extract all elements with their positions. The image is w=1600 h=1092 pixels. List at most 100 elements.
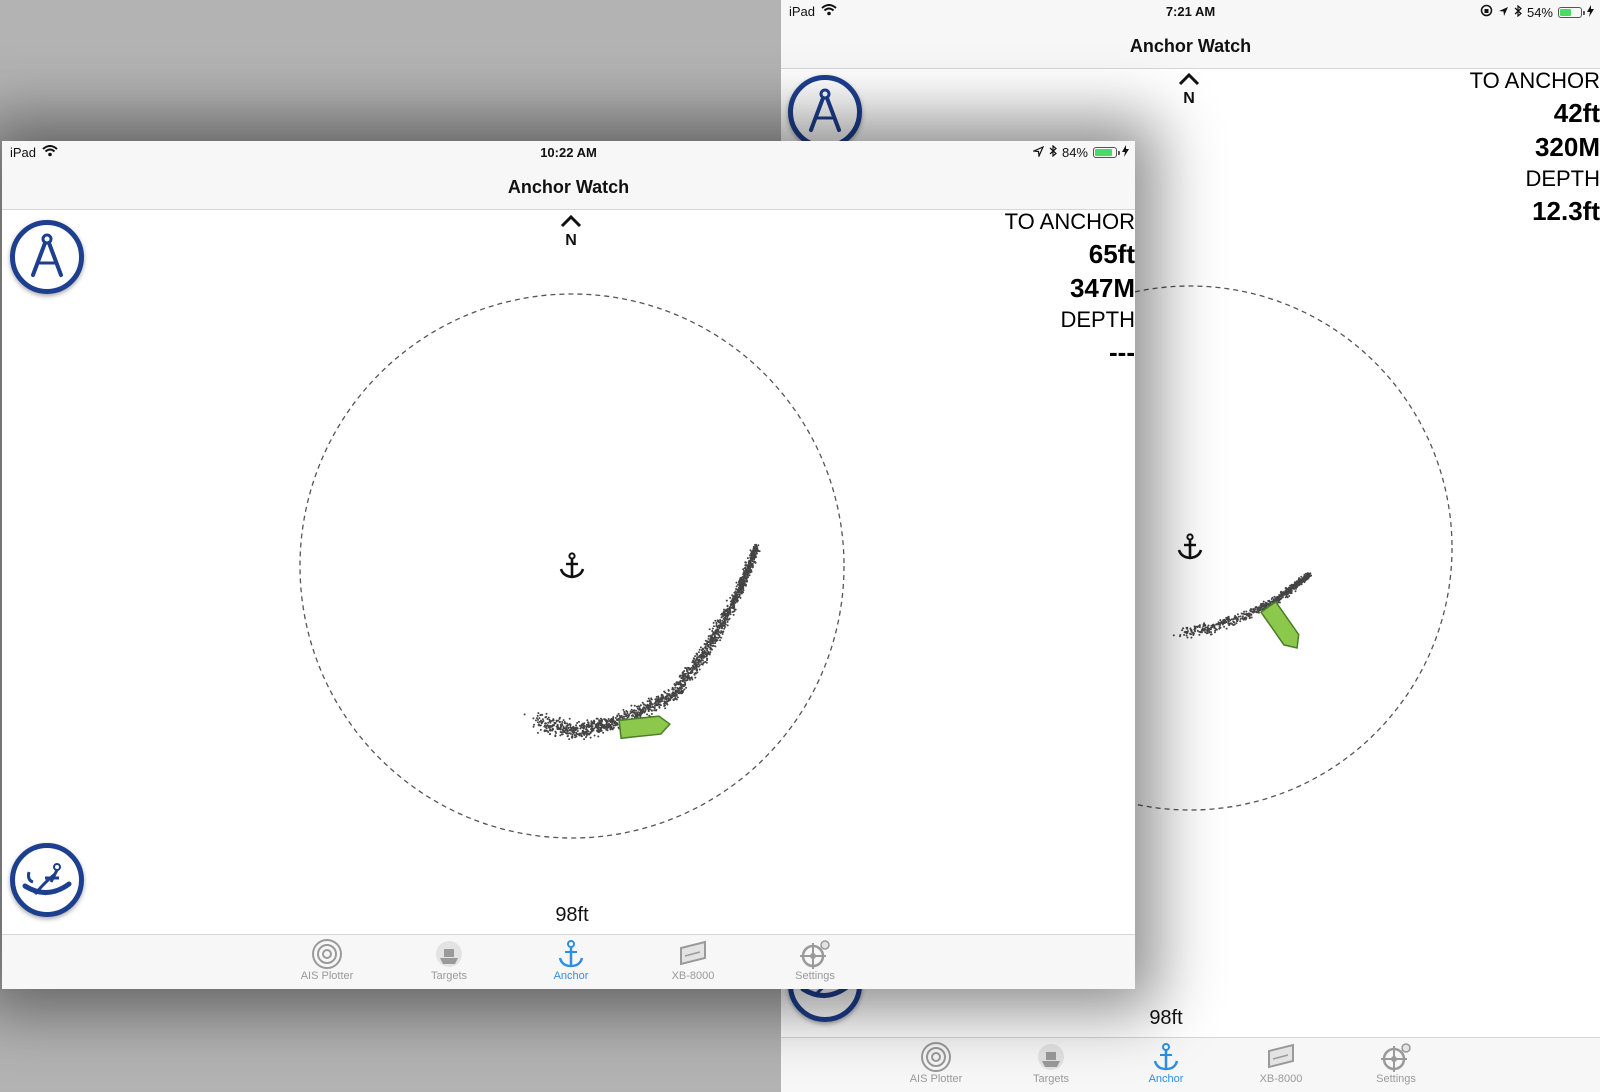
track-point xyxy=(1239,618,1242,620)
track-point xyxy=(1290,583,1293,586)
track-point xyxy=(712,632,715,635)
track-point xyxy=(750,570,753,573)
tab-ais-plotter[interactable]: AIS Plotter xyxy=(881,1041,991,1085)
track-point xyxy=(706,647,709,650)
tab-xb-8000[interactable]: XB-8000 xyxy=(1226,1041,1336,1085)
track-point xyxy=(1298,582,1301,585)
track-point xyxy=(592,729,595,732)
compass-button[interactable] xyxy=(10,220,84,294)
anchor-position-icon xyxy=(559,552,585,579)
track-point xyxy=(597,722,599,725)
track-point xyxy=(1239,620,1242,623)
track-point xyxy=(1227,620,1230,623)
track-point xyxy=(593,719,595,722)
track-point xyxy=(726,624,729,627)
track-point xyxy=(1210,633,1213,636)
compass-button[interactable] xyxy=(788,75,862,149)
track-point xyxy=(606,729,609,732)
track-point xyxy=(1251,611,1254,613)
track-point xyxy=(736,599,738,602)
track-point xyxy=(574,736,576,739)
track-point xyxy=(633,704,636,707)
track-point xyxy=(682,672,684,675)
track-point xyxy=(743,576,746,579)
track-point xyxy=(635,705,638,708)
track-point xyxy=(625,710,628,712)
track-point xyxy=(1228,624,1231,627)
track-point xyxy=(704,646,706,649)
track-point xyxy=(575,726,578,729)
tab-targets[interactable]: Targets xyxy=(996,1041,1106,1085)
drop-anchor-button[interactable] xyxy=(10,843,84,917)
track-point xyxy=(543,730,546,733)
track-point xyxy=(1185,631,1188,634)
track-point xyxy=(696,661,699,664)
track-point xyxy=(1292,587,1295,590)
track-point xyxy=(651,703,654,706)
track-point xyxy=(693,667,696,670)
track-point xyxy=(680,690,683,693)
track-point xyxy=(1255,606,1258,609)
track-point xyxy=(690,666,693,669)
track-point xyxy=(614,717,617,719)
tab-ais-plotter[interactable]: AIS Plotter xyxy=(272,938,382,982)
track-point xyxy=(746,567,749,570)
depth-label: DEPTH xyxy=(1525,166,1600,191)
track-point xyxy=(563,721,566,723)
track-point xyxy=(1172,634,1175,637)
track-point xyxy=(1204,624,1207,627)
tab-bar: AIS Plotter Targets Anchor XB-8000 Setti… xyxy=(2,934,1135,989)
track-point xyxy=(574,729,577,732)
track-point xyxy=(1222,619,1225,622)
track-point xyxy=(567,726,570,729)
track-point xyxy=(1297,578,1300,581)
track-point xyxy=(1305,574,1308,577)
track-point xyxy=(1287,587,1290,590)
track-point xyxy=(674,684,677,687)
track-point xyxy=(707,635,710,638)
track-point xyxy=(694,659,697,662)
track-point xyxy=(694,655,697,658)
tab-settings[interactable]: Settings xyxy=(1341,1041,1451,1085)
tab-anchor[interactable]: Anchor xyxy=(1111,1041,1221,1085)
track-point xyxy=(683,684,685,687)
track-point xyxy=(751,563,754,566)
tab-anchor[interactable]: Anchor xyxy=(516,938,626,982)
track-point xyxy=(607,718,610,720)
track-point xyxy=(556,728,559,731)
track-point xyxy=(717,621,720,624)
track-point xyxy=(582,726,585,729)
track-point xyxy=(668,694,671,697)
track-point xyxy=(604,718,607,721)
track-point xyxy=(593,734,596,737)
track-point xyxy=(1231,623,1234,626)
track-point xyxy=(523,713,526,716)
track-point xyxy=(545,726,547,729)
track-point xyxy=(1212,624,1215,627)
track-point xyxy=(647,706,650,709)
track-point xyxy=(746,557,749,560)
track-point xyxy=(721,633,724,635)
track-point xyxy=(682,678,685,681)
track-point xyxy=(634,715,637,718)
track-point xyxy=(712,621,715,624)
tab-settings[interactable]: Settings xyxy=(760,938,870,982)
tab-targets[interactable]: Targets xyxy=(394,938,504,982)
track-point xyxy=(626,716,629,719)
track-point xyxy=(1216,623,1219,625)
track-point xyxy=(587,722,590,724)
track-point xyxy=(1239,615,1242,618)
track-point xyxy=(574,734,577,737)
track-point xyxy=(711,630,714,632)
track-point xyxy=(654,701,657,704)
track-point xyxy=(571,736,574,739)
track-point xyxy=(724,610,727,613)
track-point xyxy=(658,698,661,701)
track-point xyxy=(1260,608,1262,611)
tab-xb-8000[interactable]: XB-8000 xyxy=(638,938,748,982)
track-point xyxy=(1206,627,1209,630)
track-point xyxy=(687,674,690,677)
track-point xyxy=(563,731,566,734)
track-point xyxy=(657,696,660,699)
track-point xyxy=(650,698,653,701)
